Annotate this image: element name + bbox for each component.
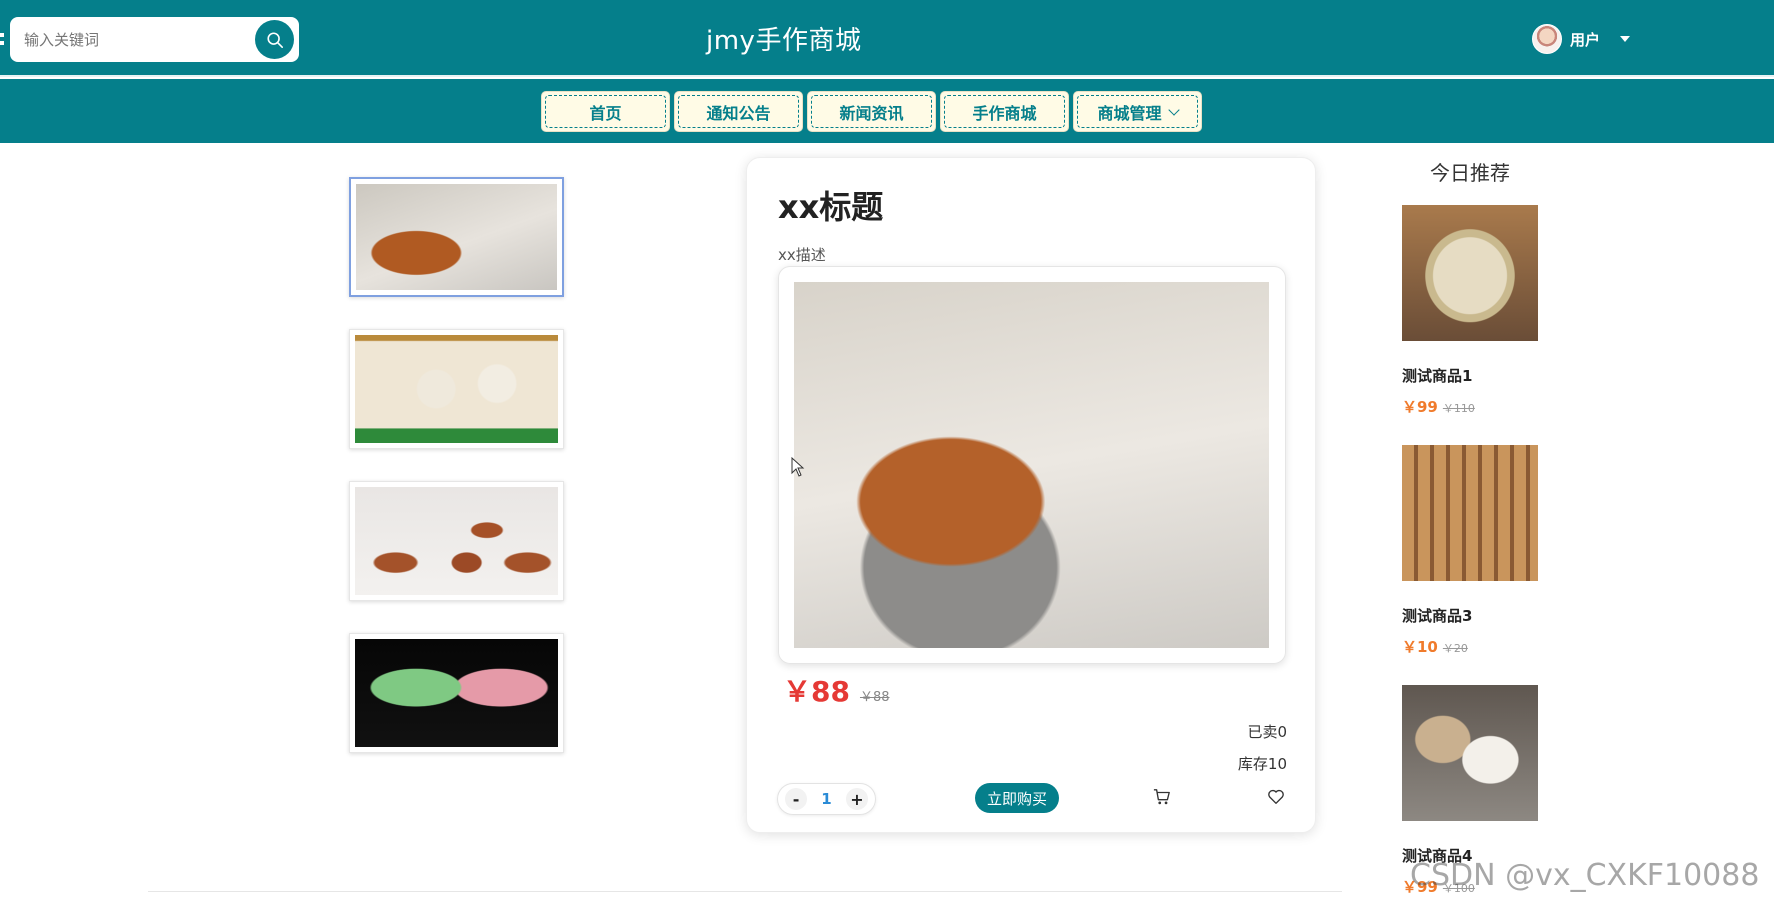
thumbnail-2[interactable] bbox=[349, 329, 564, 449]
recommend-item[interactable]: 测试商品3 ￥10 ￥20 bbox=[1402, 445, 1542, 657]
recommend-item-image bbox=[1402, 445, 1538, 581]
search-input[interactable] bbox=[24, 17, 254, 62]
search-icon bbox=[266, 31, 283, 48]
main-product-image bbox=[791, 282, 1269, 648]
mouse-cursor-icon bbox=[791, 457, 805, 477]
nav-item-handmade-mall[interactable]: 手作商城 bbox=[940, 91, 1069, 132]
nav-item-news[interactable]: 新闻资讯 bbox=[807, 91, 936, 132]
favorite-button[interactable] bbox=[1267, 788, 1289, 810]
add-to-cart-button[interactable] bbox=[1153, 788, 1175, 810]
recommend-item-name: 测试商品3 bbox=[1402, 607, 1473, 625]
product-thumbnail-image bbox=[356, 184, 557, 290]
nav-item-label: 通知公告 bbox=[706, 103, 771, 123]
product-thumbnail-image bbox=[355, 487, 558, 595]
nav-item-label: 手作商城 bbox=[972, 103, 1037, 123]
thumbnail-1[interactable] bbox=[349, 177, 564, 297]
recommend-item-price: ￥99 bbox=[1402, 398, 1438, 416]
search-box bbox=[10, 17, 299, 62]
recommend-item-name: 测试商品1 bbox=[1402, 367, 1473, 385]
product-detail-card: xx标题 xx描述 ￥88 ￥88 已卖0 库存10 - 1 + 立即购买 bbox=[746, 157, 1316, 833]
price-row: ￥88 ￥88 bbox=[783, 670, 890, 710]
recommend-item-price: ￥10 bbox=[1402, 638, 1438, 656]
sold-count: 已卖0 bbox=[1247, 723, 1287, 741]
recommend-item-price-row: ￥99 ￥110 bbox=[1402, 396, 1542, 417]
recommend-item-original-price: ￥110 bbox=[1442, 402, 1475, 415]
main-nav: 首页 通知公告 新闻资讯 手作商城 商城管理 bbox=[541, 91, 1202, 132]
product-thumbnail-image bbox=[355, 639, 558, 747]
product-thumbnail-image bbox=[355, 335, 558, 443]
quantity-value[interactable]: 1 bbox=[821, 790, 831, 808]
buy-now-button[interactable]: 立即购买 bbox=[975, 783, 1059, 813]
recommend-item-price-row: ￥10 ￥20 bbox=[1402, 636, 1542, 657]
main-image-frame bbox=[778, 266, 1286, 664]
recommend-item-image bbox=[1402, 685, 1538, 821]
footer-divider bbox=[148, 891, 1342, 892]
nav-item-label: 商城管理 bbox=[1097, 103, 1162, 123]
user-menu[interactable]: 用户 bbox=[1532, 24, 1631, 54]
recommend-item[interactable]: 测试商品1 ￥99 ￥110 bbox=[1402, 205, 1542, 417]
heart-icon bbox=[1268, 789, 1284, 804]
top-header: jmy手作商城 用户 bbox=[0, 0, 1774, 77]
product-original-price: ￥88 bbox=[859, 690, 890, 705]
product-description: xx描述 bbox=[778, 246, 826, 264]
thumbnail-3[interactable] bbox=[349, 481, 564, 601]
main-nav-bar: 首页 通知公告 新闻资讯 手作商城 商城管理 bbox=[0, 79, 1774, 143]
decrease-button[interactable]: - bbox=[785, 788, 808, 810]
quantity-stepper: - 1 + bbox=[777, 783, 876, 815]
nav-item-label: 首页 bbox=[589, 103, 622, 123]
product-title: xx标题 bbox=[778, 188, 884, 226]
site-title: jmy手作商城 bbox=[706, 26, 862, 56]
nav-item-mall-management[interactable]: 商城管理 bbox=[1073, 91, 1202, 132]
thumbnail-list bbox=[349, 177, 564, 785]
caret-down-icon bbox=[1620, 36, 1631, 42]
thumbnail-4[interactable] bbox=[349, 633, 564, 753]
user-label: 用户 bbox=[1570, 30, 1601, 49]
chevron-down-icon bbox=[1167, 103, 1180, 116]
cart-icon bbox=[1153, 789, 1170, 805]
nav-item-label: 新闻资讯 bbox=[839, 103, 904, 123]
avatar bbox=[1532, 24, 1562, 54]
left-edge-mark bbox=[0, 30, 4, 48]
nav-item-notices[interactable]: 通知公告 bbox=[674, 91, 803, 132]
recommend-item-original-price: ￥20 bbox=[1442, 642, 1468, 655]
stock-count: 库存10 bbox=[1237, 755, 1287, 773]
product-price: ￥88 bbox=[783, 675, 850, 708]
increase-button[interactable]: + bbox=[845, 788, 868, 810]
search-button[interactable] bbox=[255, 20, 294, 59]
nav-item-home[interactable]: 首页 bbox=[541, 91, 670, 132]
recommend-title: 今日推荐 bbox=[1430, 161, 1510, 185]
recommend-item-image bbox=[1402, 205, 1538, 341]
watermark: CSDN @vx_CXKF10088 bbox=[1410, 858, 1760, 893]
